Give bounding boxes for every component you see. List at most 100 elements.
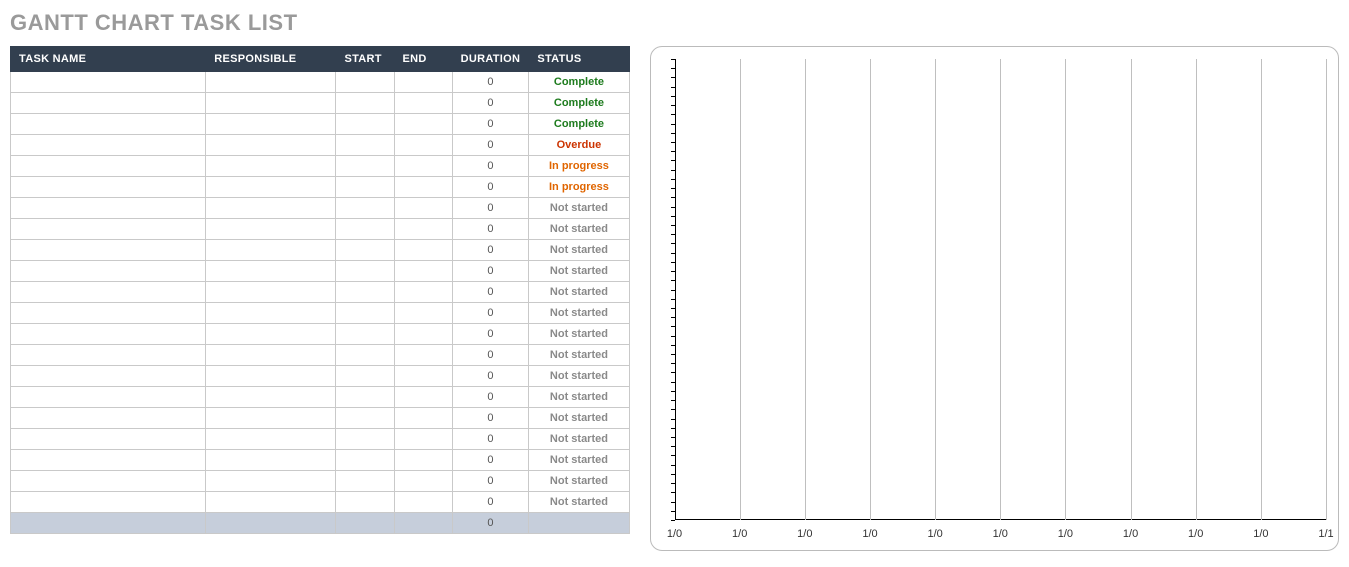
cell-end[interactable] — [394, 72, 452, 93]
cell-responsible[interactable] — [206, 408, 336, 429]
cell-start[interactable] — [336, 219, 394, 240]
cell-taskname[interactable] — [11, 261, 206, 282]
cell-start[interactable] — [336, 156, 394, 177]
cell-taskname[interactable] — [11, 492, 206, 513]
cell-taskname[interactable] — [11, 450, 206, 471]
cell-responsible[interactable] — [206, 72, 336, 93]
cell-taskname[interactable] — [11, 177, 206, 198]
cell-status[interactable]: In progress — [529, 177, 629, 198]
cell-status[interactable]: Overdue — [529, 135, 629, 156]
table-row[interactable]: 0Not started — [11, 345, 630, 366]
cell-responsible[interactable] — [206, 114, 336, 135]
cell-start[interactable] — [336, 303, 394, 324]
cell-duration[interactable]: 0 — [452, 450, 529, 471]
cell-taskname[interactable] — [11, 198, 206, 219]
cell-duration[interactable]: 0 — [452, 219, 529, 240]
cell-status[interactable]: Not started — [529, 387, 629, 408]
cell-status[interactable]: Not started — [529, 450, 629, 471]
cell-end[interactable] — [394, 450, 452, 471]
cell-start[interactable] — [336, 345, 394, 366]
cell-responsible[interactable] — [206, 177, 336, 198]
cell-status[interactable]: Not started — [529, 282, 629, 303]
cell-duration[interactable]: 0 — [452, 387, 529, 408]
cell-responsible[interactable] — [206, 429, 336, 450]
table-row[interactable]: 0Not started — [11, 429, 630, 450]
cell-duration[interactable]: 0 — [452, 345, 529, 366]
table-row[interactable]: 0Not started — [11, 408, 630, 429]
cell-status[interactable]: Not started — [529, 429, 629, 450]
cell-taskname[interactable] — [11, 72, 206, 93]
cell-status[interactable]: Not started — [529, 345, 629, 366]
cell-start[interactable] — [336, 429, 394, 450]
cell-status[interactable]: Not started — [529, 198, 629, 219]
cell-taskname[interactable] — [11, 303, 206, 324]
cell-duration[interactable]: 0 — [452, 303, 529, 324]
cell-taskname[interactable] — [11, 387, 206, 408]
cell-start[interactable] — [336, 135, 394, 156]
table-row[interactable]: 0Not started — [11, 471, 630, 492]
cell-status[interactable]: In progress — [529, 156, 629, 177]
cell-responsible[interactable] — [206, 219, 336, 240]
cell-taskname[interactable] — [11, 429, 206, 450]
cell-duration[interactable]: 0 — [452, 492, 529, 513]
cell-duration[interactable]: 0 — [452, 93, 529, 114]
table-row[interactable]: 0Not started — [11, 282, 630, 303]
cell-duration[interactable]: 0 — [452, 408, 529, 429]
cell-duration[interactable]: 0 — [452, 156, 529, 177]
cell-status[interactable]: Not started — [529, 303, 629, 324]
table-row[interactable]: 0Complete — [11, 72, 630, 93]
cell-responsible[interactable] — [206, 282, 336, 303]
cell-end[interactable] — [394, 198, 452, 219]
cell-duration[interactable]: 0 — [452, 72, 529, 93]
table-row[interactable]: 0Overdue — [11, 135, 630, 156]
cell-taskname[interactable] — [11, 345, 206, 366]
cell-start[interactable] — [336, 471, 394, 492]
cell-responsible[interactable] — [206, 261, 336, 282]
cell-duration[interactable]: 0 — [452, 261, 529, 282]
cell-taskname[interactable] — [11, 135, 206, 156]
cell-end[interactable] — [394, 387, 452, 408]
cell-end[interactable] — [394, 492, 452, 513]
cell-responsible[interactable] — [206, 345, 336, 366]
table-row[interactable]: 0Not started — [11, 219, 630, 240]
cell-responsible[interactable] — [206, 198, 336, 219]
cell-start[interactable] — [336, 240, 394, 261]
cell-status[interactable]: Not started — [529, 219, 629, 240]
cell-responsible[interactable] — [206, 135, 336, 156]
cell-responsible[interactable] — [206, 303, 336, 324]
cell-responsible[interactable] — [206, 366, 336, 387]
cell-duration[interactable]: 0 — [452, 282, 529, 303]
cell-responsible[interactable] — [206, 324, 336, 345]
cell-end[interactable] — [394, 135, 452, 156]
cell-responsible[interactable] — [206, 93, 336, 114]
cell-end[interactable] — [394, 282, 452, 303]
cell-status[interactable]: Not started — [529, 324, 629, 345]
cell-status[interactable]: Not started — [529, 261, 629, 282]
cell-responsible[interactable] — [206, 471, 336, 492]
cell-end[interactable] — [394, 156, 452, 177]
cell-duration[interactable]: 0 — [452, 324, 529, 345]
cell-responsible[interactable] — [206, 450, 336, 471]
cell-status[interactable]: Complete — [529, 72, 629, 93]
cell-start[interactable] — [336, 114, 394, 135]
cell-duration[interactable]: 0 — [452, 429, 529, 450]
cell-start[interactable] — [336, 72, 394, 93]
cell-end[interactable] — [394, 345, 452, 366]
cell-taskname[interactable] — [11, 156, 206, 177]
table-row[interactable]: 0Not started — [11, 240, 630, 261]
cell-taskname[interactable] — [11, 219, 206, 240]
cell-end[interactable] — [394, 261, 452, 282]
cell-status[interactable]: Not started — [529, 240, 629, 261]
cell-taskname[interactable] — [11, 366, 206, 387]
cell-start[interactable] — [336, 261, 394, 282]
cell-taskname[interactable] — [11, 408, 206, 429]
table-row[interactable]: 0Not started — [11, 492, 630, 513]
cell-start[interactable] — [336, 366, 394, 387]
cell-responsible[interactable] — [206, 492, 336, 513]
cell-start[interactable] — [336, 450, 394, 471]
cell-duration[interactable]: 0 — [452, 366, 529, 387]
cell-end[interactable] — [394, 219, 452, 240]
table-row[interactable]: 0Not started — [11, 366, 630, 387]
cell-duration[interactable]: 0 — [452, 114, 529, 135]
cell-start[interactable] — [336, 387, 394, 408]
